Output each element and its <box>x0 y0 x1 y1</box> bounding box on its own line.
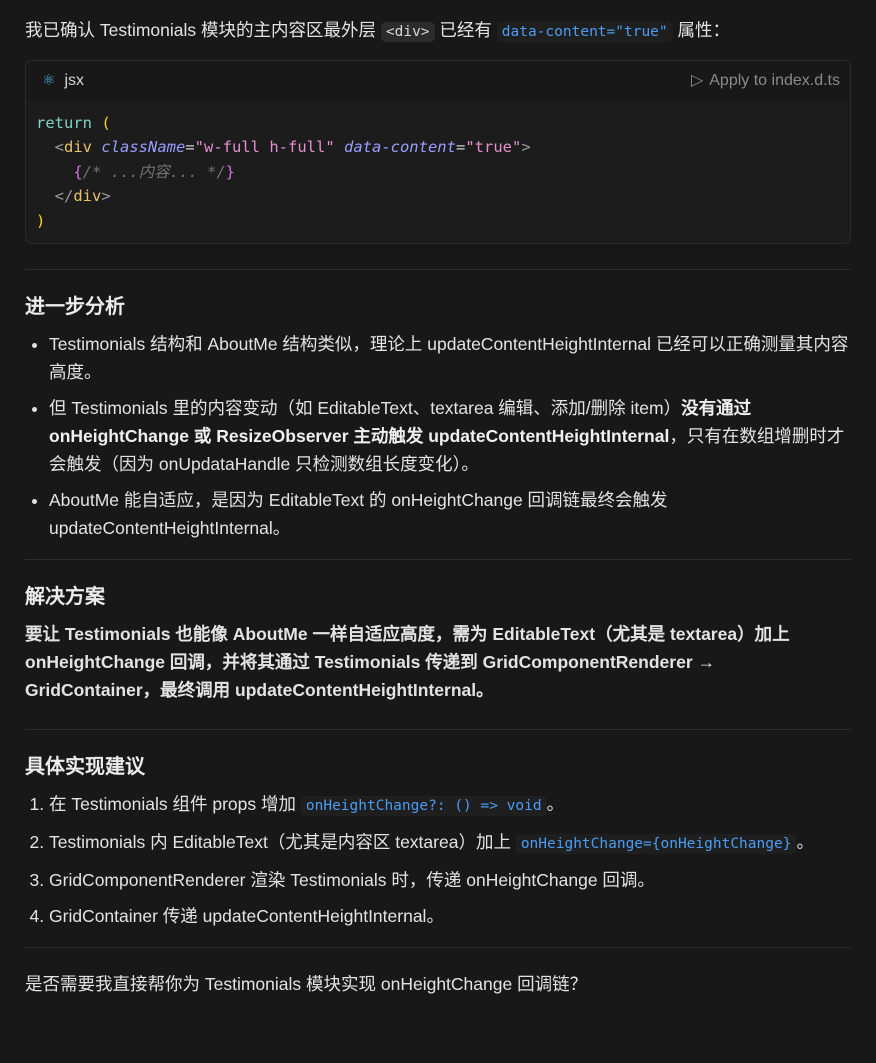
tok: </ <box>36 187 74 206</box>
divider <box>25 269 851 271</box>
intro-mid: 已经有 <box>434 20 497 40</box>
tok: div <box>73 187 102 206</box>
list-item: 在 Testimonials 组件 props 增加 onHeightChang… <box>49 790 851 820</box>
tok: = <box>185 138 195 157</box>
code-content: return ( <div className="w-full h-full" … <box>26 101 850 243</box>
intro-pre: 我已确认 Testimonials 模块的主内容区最外层 <box>25 20 381 40</box>
code-block: ⚛ jsx ▷ Apply to index.d.ts return ( <div … <box>25 60 851 245</box>
tok: < <box>36 138 64 157</box>
inline-code: onHeightChange={onHeightChange} <box>515 834 797 855</box>
analysis-list: Testimonials 结构和 AboutMe 结构类似，理论上 update… <box>25 330 851 542</box>
apply-button[interactable]: ▷ Apply to index.d.ts <box>691 67 840 95</box>
code-language: jsx <box>64 72 85 89</box>
inline-code: onHeightChange?: () => void <box>300 796 547 817</box>
list-item: Testimonials 结构和 AboutMe 结构类似，理论上 update… <box>49 330 851 386</box>
section-title: 进一步分析 <box>25 296 125 319</box>
inline-code: data-content="true" <box>496 22 673 42</box>
chat-message: 我已确认 Testimonials 模块的主内容区最外层 <div> 已经有 d… <box>0 0 876 998</box>
tok: > <box>101 187 111 206</box>
list-item: 但 Testimonials 里的内容变动（如 EditableText、tex… <box>49 394 851 478</box>
text: 。 <box>546 794 565 815</box>
list-item: GridContainer 传递 updateContentHeightInte… <box>49 902 851 930</box>
inline-code: <div> <box>380 22 435 42</box>
solution-text: 要让 Testimonials 也能像 AboutMe 一样自适应高度，需为 E… <box>25 624 790 701</box>
tok: "w-full h-full" <box>194 138 335 157</box>
react-icon: ⚛ <box>42 72 56 89</box>
tok: "true" <box>465 138 522 157</box>
tok: > <box>521 138 531 157</box>
list-item: AboutMe 能自适应，是因为 EditableText 的 onHeight… <box>49 486 851 542</box>
intro-post: 属性： <box>672 20 731 40</box>
tok: ) <box>36 211 46 230</box>
tok: return <box>36 114 92 132</box>
apply-label: Apply to index.d.ts <box>709 72 840 89</box>
section-title: 解决方案 <box>25 586 105 609</box>
text: 在 Testimonials 组件 props 增加 <box>49 794 301 815</box>
tok: className <box>92 138 186 157</box>
tok: = <box>455 138 466 157</box>
text: 但 Testimonials 里的内容变动（如 EditableText、tex… <box>49 398 682 419</box>
tok: { <box>36 162 83 181</box>
tok: data-content <box>334 138 456 157</box>
closing-question: 是否需要我直接帮你为 Testimonials 模块实现 onHeightCha… <box>25 974 588 995</box>
tok: ( <box>92 114 111 132</box>
tok: div <box>64 138 92 157</box>
tok: } <box>225 162 235 181</box>
play-icon: ▷ <box>690 72 704 89</box>
text: 。 <box>796 832 814 853</box>
divider <box>25 559 851 561</box>
divider <box>25 729 851 731</box>
intro-text: 我已确认 Testimonials 模块的主内容区最外层 <div> 已经有 d… <box>25 16 851 46</box>
divider <box>25 947 851 949</box>
list-item: GridComponentRenderer 渲染 Testimonials 时，… <box>49 866 851 894</box>
code-block-header: ⚛ jsx ▷ Apply to index.d.ts <box>26 61 850 101</box>
section-title: 具体实现建议 <box>25 756 145 779</box>
tok: /* ...内容... */ <box>82 162 226 181</box>
list-item: Testimonials 内 EditableText（尤其是内容区 texta… <box>49 828 851 858</box>
implementation-list: 在 Testimonials 组件 props 增加 onHeightChang… <box>25 790 851 930</box>
text: Testimonials 内 EditableText（尤其是内容区 texta… <box>49 832 516 853</box>
